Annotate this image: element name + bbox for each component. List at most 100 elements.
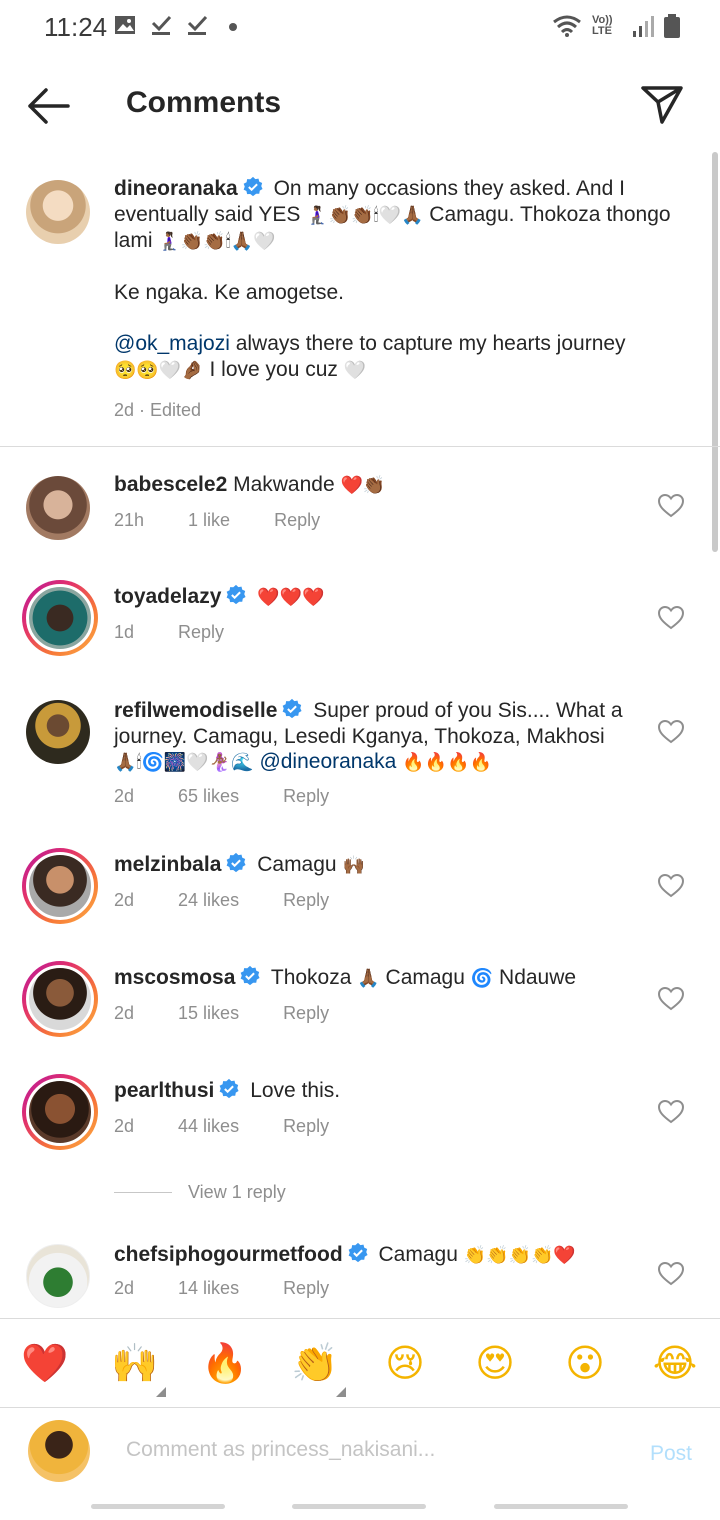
reply-button[interactable]: Reply — [283, 890, 329, 911]
comment-time: 2d — [114, 1116, 135, 1136]
caption-body-4: always there to capture my hearts journe… — [235, 332, 626, 355]
comment-username[interactable]: toyadelazy — [114, 585, 221, 608]
send-direct-icon[interactable] — [640, 82, 684, 126]
comment-likes[interactable]: 44 likes — [178, 1116, 239, 1137]
emoji-variants-indicator — [156, 1387, 166, 1397]
emoji-surprised-button[interactable]: 😮 — [559, 1337, 611, 1389]
comment-time: 1d — [114, 622, 135, 642]
emoji-heart-button[interactable]: ❤️ — [19, 1337, 71, 1389]
dot-icon — [229, 23, 237, 31]
header: Comments — [0, 60, 720, 152]
reply-button[interactable]: Reply — [283, 1278, 329, 1299]
emoji-quick-bar: ❤️ 🙌 🔥 👏 😢 😍 😮 😂 — [0, 1318, 720, 1408]
comment-time: 21h — [114, 510, 145, 530]
emoji-fire-button[interactable]: 🔥 — [199, 1337, 251, 1389]
gallery-icon — [115, 16, 135, 34]
caption-text: dineoranaka On many occasions they asked… — [114, 176, 674, 383]
avatar-with-story-ring[interactable] — [22, 961, 98, 1037]
nav-back[interactable] — [494, 1504, 628, 1509]
view-replies-button[interactable]: View 1 reply — [114, 1182, 286, 1203]
reply-button[interactable]: Reply — [274, 510, 320, 531]
comment-text: toyadelazy ❤️❤️❤️ — [114, 584, 644, 611]
comment-time: 2d — [114, 786, 135, 806]
caption-emoji-1: 🧎🏾‍♀️👏🏾👏🏾🕯🤍🙏🏾 — [306, 204, 424, 226]
wifi-icon — [553, 15, 581, 37]
comment-likes[interactable]: 15 likes — [178, 1003, 239, 1024]
comment-likes[interactable]: 65 likes — [178, 786, 239, 807]
comment-time: 2d — [114, 1278, 135, 1298]
like-heart-icon[interactable] — [658, 1262, 684, 1286]
comment-username[interactable]: pearlthusi — [114, 1079, 214, 1102]
avatar[interactable] — [26, 1244, 90, 1308]
comment-emoji-a: 🙏🏾 — [357, 968, 380, 989]
emoji-laughing-button[interactable]: 😂 — [649, 1337, 701, 1389]
emoji-raised-hands-button[interactable]: 🙌 — [109, 1337, 161, 1389]
avatar-with-story-ring[interactable] — [22, 848, 98, 924]
page-title: Comments — [126, 86, 282, 119]
comment-likes[interactable]: 1 like — [188, 510, 230, 531]
divider — [0, 446, 720, 447]
comment-username[interactable]: babescele2 — [114, 473, 227, 496]
caption-body-3: Ke ngaka. Ke amogetse. — [114, 281, 344, 304]
like-heart-icon[interactable] — [658, 606, 684, 630]
status-time: 11:24 — [44, 12, 108, 42]
post-button[interactable]: Post — [650, 1442, 692, 1466]
back-arrow-icon[interactable] — [26, 84, 72, 128]
comment-meta: 2d 15 likes Reply — [114, 1003, 373, 1024]
caption-mention-link[interactable]: @ok_majozi — [114, 332, 230, 355]
status-bar: 11:24 Vo)) LTE — [0, 0, 720, 56]
comment-text: melzinbala Camagu 🙌🏾 — [114, 852, 644, 879]
scrollbar[interactable] — [712, 152, 718, 552]
comment-body: Love this. — [250, 1079, 341, 1102]
like-heart-icon[interactable] — [658, 720, 684, 744]
comment-meta: 2d 14 likes Reply — [114, 1278, 373, 1299]
comment-likes[interactable]: 24 likes — [178, 890, 239, 911]
comment-meta: 2d 24 likes Reply — [114, 890, 373, 911]
comment-meta: 2d 65 likes Reply — [114, 786, 373, 807]
reply-button[interactable]: Reply — [283, 1003, 329, 1024]
comment-emoji: ❤️❤️❤️ — [257, 587, 325, 608]
comment-meta: 2d 44 likes Reply — [114, 1116, 373, 1137]
comment-username[interactable]: melzinbala — [114, 853, 221, 876]
verified-badge-icon — [243, 176, 263, 197]
current-user-avatar — [28, 1420, 90, 1482]
like-heart-icon[interactable] — [658, 874, 684, 898]
like-heart-icon[interactable] — [658, 987, 684, 1011]
caption-emoji-4: 🥺🥺🤍🤌🏾 — [114, 359, 204, 381]
comment-text: pearlthusi Love this. — [114, 1078, 644, 1104]
avatar-with-story-ring[interactable] — [22, 1074, 98, 1150]
reply-button[interactable]: Reply — [178, 622, 224, 643]
comment-username[interactable]: refilwemodiselle — [114, 699, 277, 722]
comment-body: Camagu — [378, 1243, 458, 1266]
signal-icon — [633, 16, 654, 37]
comment-body-c: Ndauwe — [499, 966, 577, 989]
like-heart-icon[interactable] — [658, 494, 684, 518]
avatar[interactable] — [26, 476, 90, 540]
like-heart-icon[interactable] — [658, 1100, 684, 1124]
caption-emoji-2: 🧎🏾‍♀️👏🏾👏🏾🕯🙏🏾🤍 — [158, 231, 276, 252]
comment-text: refilwemodiselle Super proud of you Sis.… — [114, 698, 654, 776]
nav-home[interactable] — [292, 1504, 426, 1509]
nav-recents[interactable] — [91, 1504, 225, 1509]
avatar[interactable] — [26, 700, 90, 764]
emoji-heart-eyes-button[interactable]: 😍 — [469, 1337, 521, 1389]
reply-button[interactable]: Reply — [283, 1116, 329, 1137]
caption-username[interactable]: dineoranaka — [114, 177, 238, 200]
comment-likes[interactable]: 14 likes — [178, 1278, 239, 1299]
avatar-with-story-ring[interactable] — [22, 580, 98, 656]
network-type: Vo)) LTE — [592, 14, 613, 37]
reply-button[interactable]: Reply — [283, 786, 329, 807]
comment-emoji: 🙏🏾🕯🌀🎆🤍🧜🏾‍♀️🌊 — [114, 752, 254, 773]
emoji-crying-button[interactable]: 😢 — [379, 1337, 431, 1389]
comment-username[interactable]: chefsiphogourmetfood — [114, 1243, 343, 1266]
comment-input[interactable] — [126, 1438, 586, 1462]
status-notifications — [114, 14, 244, 36]
comment-mention-link[interactable]: @dineoranaka — [259, 750, 396, 773]
avatar[interactable] — [26, 180, 90, 244]
emoji-clap-button[interactable]: 👏 — [289, 1337, 341, 1389]
verified-badge-icon — [227, 852, 246, 873]
comment-username[interactable]: mscosmosa — [114, 966, 235, 989]
emoji-variants-indicator — [336, 1387, 346, 1397]
caption-emoji-5: 🤍 — [343, 359, 367, 381]
view-replies-label: View 1 reply — [188, 1182, 286, 1202]
